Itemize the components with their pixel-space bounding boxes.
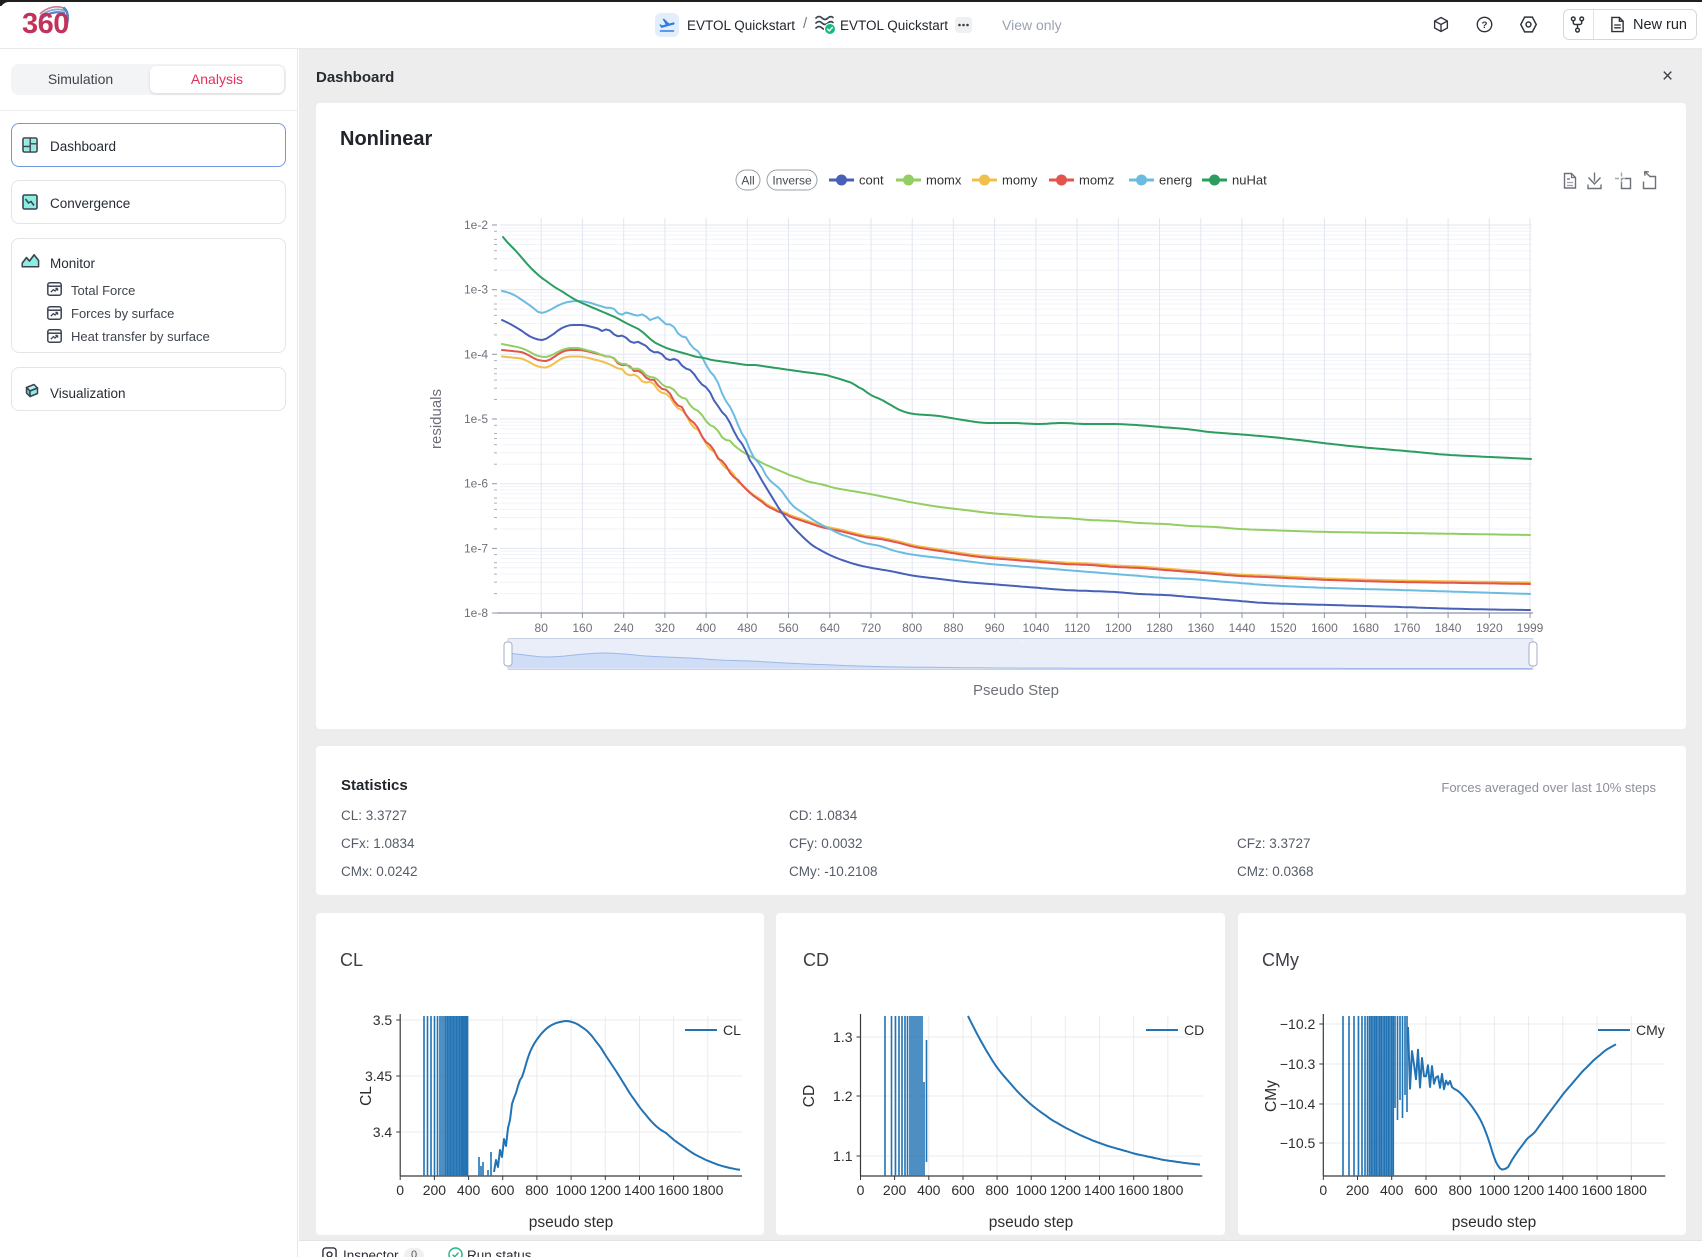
svg-text:600: 600 [1414, 1182, 1438, 1198]
svg-text:200: 200 [883, 1182, 907, 1198]
svg-text:1600: 1600 [1582, 1182, 1613, 1198]
svg-text:CMy: CMy [1263, 1080, 1280, 1112]
svg-text:1600: 1600 [658, 1182, 689, 1198]
svg-text:400: 400 [1380, 1182, 1404, 1198]
svg-text:800: 800 [985, 1182, 1009, 1198]
svg-text:3.45: 3.45 [365, 1068, 392, 1084]
svg-text:1400: 1400 [1547, 1182, 1578, 1198]
svg-text:3.4: 3.4 [373, 1124, 393, 1140]
svg-text:0: 0 [857, 1182, 865, 1198]
svg-text:200: 200 [423, 1182, 447, 1198]
svg-text:400: 400 [457, 1182, 481, 1198]
svg-text:1800: 1800 [692, 1182, 723, 1198]
svg-text:1000: 1000 [1016, 1182, 1047, 1198]
svg-text:CD: CD [801, 1085, 818, 1107]
svg-text:pseudo step: pseudo step [1452, 1214, 1536, 1231]
svg-text:−10.5: −10.5 [1280, 1135, 1316, 1151]
svg-text:600: 600 [951, 1182, 975, 1198]
svg-text:pseudo step: pseudo step [529, 1214, 613, 1231]
svg-text:3.5: 3.5 [373, 1012, 393, 1028]
svg-text:1200: 1200 [1513, 1182, 1544, 1198]
svg-text:800: 800 [1449, 1182, 1473, 1198]
svg-text:1800: 1800 [1152, 1182, 1183, 1198]
svg-text:1200: 1200 [1050, 1182, 1081, 1198]
svg-text:1000: 1000 [1479, 1182, 1510, 1198]
svg-text:1200: 1200 [590, 1182, 621, 1198]
svg-text:1.3: 1.3 [833, 1029, 853, 1045]
svg-text:600: 600 [491, 1182, 515, 1198]
svg-text:0: 0 [1319, 1182, 1327, 1198]
svg-text:1800: 1800 [1616, 1182, 1647, 1198]
svg-text:800: 800 [525, 1182, 549, 1198]
svg-text:CL: CL [723, 1022, 741, 1038]
svg-text:200: 200 [1346, 1182, 1370, 1198]
svg-text:1400: 1400 [1084, 1182, 1115, 1198]
svg-text:−10.3: −10.3 [1280, 1056, 1316, 1072]
svg-text:1400: 1400 [624, 1182, 655, 1198]
svg-text:−10.2: −10.2 [1280, 1016, 1316, 1032]
svg-text:CL: CL [358, 1086, 375, 1106]
svg-text:−10.4: −10.4 [1280, 1096, 1316, 1112]
svg-text:pseudo step: pseudo step [989, 1214, 1073, 1231]
svg-text:1.1: 1.1 [833, 1148, 853, 1164]
svg-text:CMy: CMy [1636, 1022, 1665, 1038]
svg-text:1.2: 1.2 [833, 1088, 853, 1104]
svg-text:1000: 1000 [556, 1182, 587, 1198]
svg-text:1600: 1600 [1118, 1182, 1149, 1198]
svg-text:CD: CD [1184, 1022, 1204, 1038]
svg-text:0: 0 [396, 1182, 404, 1198]
svg-text:400: 400 [917, 1182, 941, 1198]
